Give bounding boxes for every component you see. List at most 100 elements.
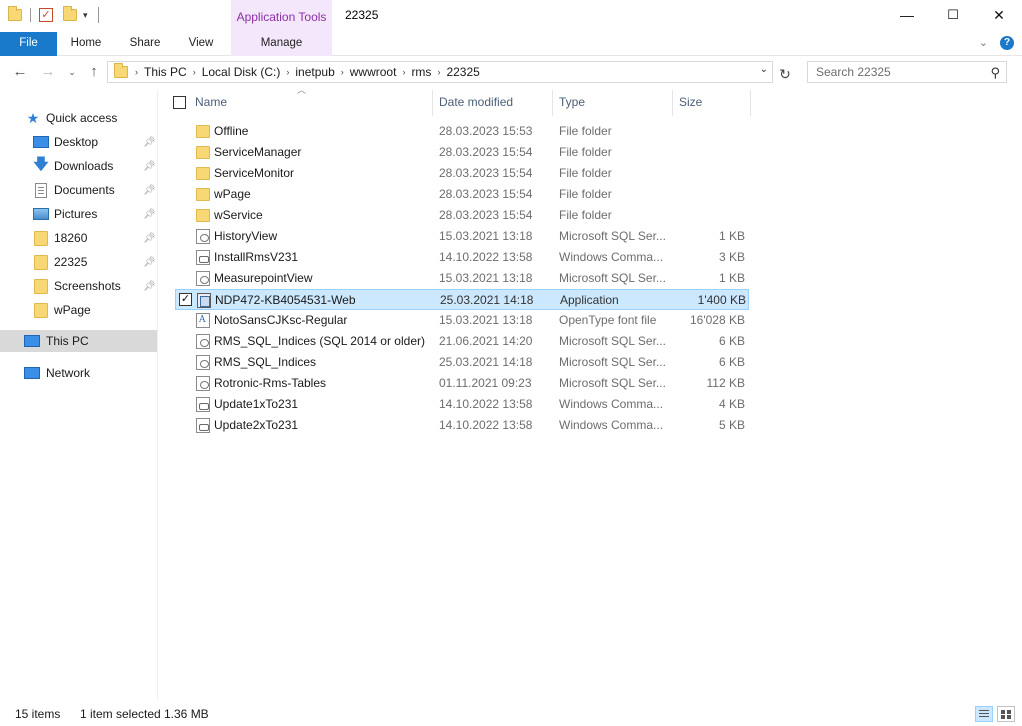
column-divider[interactable] [552, 90, 553, 116]
folder-icon[interactable] [8, 6, 22, 21]
cell-size: 16'028 KB [689, 313, 745, 327]
nav-item-screenshots[interactable]: Screenshots 📌︎ [0, 275, 157, 297]
nav-label: 22325 [54, 255, 88, 269]
table-row[interactable]: Update1xTo231 14.10.2022 13:58 Windows Com… [175, 394, 749, 415]
table-row[interactable]: MeasurepointView 15.03.2021 13:18 Microsof… [175, 268, 749, 289]
nav-quick-access[interactable]: ★ Quick access [0, 107, 157, 129]
breadcrumb-this-pc[interactable]: This PC [139, 65, 192, 79]
address-bar[interactable]: › This PC › Local Disk (C:) › inetpub › … [107, 61, 773, 83]
column-header-size[interactable]: Size [679, 88, 749, 116]
cell-size [675, 142, 745, 163]
cell-date: 14.10.2022 13:58 [439, 250, 533, 264]
column-divider[interactable] [672, 90, 673, 116]
minimize-button[interactable]: — [884, 0, 930, 30]
search-icon[interactable]: ⚲ [990, 65, 1000, 81]
table-row[interactable]: HistoryView 15.03.2021 13:18 Microsoft SQL… [175, 226, 749, 247]
nav-label: Desktop [54, 135, 99, 149]
breadcrumb-wwwroot[interactable]: wwwroot [345, 65, 402, 79]
table-row[interactable]: RMS_SQL_Indices 25.03.2021 14:18 Microsoft… [175, 352, 749, 373]
pin-icon: 📌︎ [143, 160, 156, 172]
row-checkbox[interactable]: ✓ [179, 293, 192, 306]
cell-type: Application [560, 293, 619, 307]
search-input[interactable] [808, 62, 988, 82]
select-all-checkbox[interactable] [173, 96, 186, 109]
table-row[interactable]: wService 28.03.2023 15:54 File folder [175, 205, 749, 226]
folder-icon [34, 302, 48, 318]
cell-type: Microsoft SQL Ser... [559, 229, 666, 243]
table-row[interactable]: Offline 28.03.2023 15:53 File folder [175, 121, 749, 142]
nav-item-documents[interactable]: Documents 📌︎ [0, 179, 157, 201]
cell-size: 4 KB [718, 397, 745, 411]
nav-label: Quick access [46, 111, 118, 125]
cell-name: wPage [214, 187, 251, 201]
cell-name: RMS_SQL_Indices [214, 355, 317, 369]
cell-date: 14.10.2022 13:58 [439, 397, 533, 411]
refresh-button[interactable]: ↻ [776, 65, 794, 83]
table-row[interactable]: ✓ NDP472-KB4054531-Web 25.03.2021 14:18 App… [175, 289, 749, 310]
cell-size: 112 KB [706, 376, 745, 390]
close-button[interactable]: ✕ [976, 0, 1022, 30]
tab-view[interactable]: View [180, 32, 222, 56]
address-dropdown-icon[interactable]: ⌄ [760, 64, 768, 75]
sql-file-icon [196, 334, 210, 349]
large-icons-view-button[interactable] [997, 706, 1015, 722]
table-row[interactable]: NotoSansCJKsc-Regular 15.03.2021 13:18 Ope… [175, 310, 749, 331]
new-folder-icon[interactable] [63, 6, 77, 21]
maximize-button[interactable]: ☐ [930, 0, 976, 30]
breadcrumb-22325[interactable]: 22325 [441, 65, 484, 79]
nav-item-desktop[interactable]: Desktop 📌︎ [0, 131, 157, 153]
nav-item-18260[interactable]: 18260 📌︎ [0, 227, 157, 249]
table-row[interactable]: RMS_SQL_Indices (SQL 2014 or older) 21.06… [175, 331, 749, 352]
file-list: ︿ Name Date modified Type Size Offline 28… [160, 85, 1022, 698]
column-header-type[interactable]: Type [559, 88, 669, 116]
tab-share[interactable]: Share [122, 32, 168, 56]
breadcrumb-inetpub[interactable]: inetpub [290, 65, 339, 79]
cell-type: File folder [559, 187, 612, 201]
nav-this-pc[interactable]: This PC [0, 330, 157, 352]
pin-icon: 📌︎ [143, 184, 156, 196]
search-box[interactable]: ⚲ [807, 61, 1007, 83]
sql-file-icon [196, 229, 210, 244]
column-header-name[interactable]: Name [195, 88, 430, 116]
nav-label: This PC [46, 334, 89, 348]
quick-access-toolbar: ✓ ▾ [8, 6, 99, 23]
cell-size: 6 KB [718, 355, 745, 369]
sql-file-icon [196, 355, 210, 370]
nav-item-22325[interactable]: 22325 📌︎ [0, 251, 157, 273]
column-divider[interactable] [750, 90, 751, 116]
table-row[interactable]: ServiceMonitor 28.03.2023 15:54 File folde… [175, 163, 749, 184]
breadcrumb-rms[interactable]: rms [406, 65, 436, 79]
divider [30, 8, 31, 22]
nav-network[interactable]: Network [0, 362, 157, 384]
tab-file[interactable]: File [0, 32, 57, 56]
table-row[interactable]: InstallRmsV231 14.10.2022 13:58 Windows Co… [175, 247, 749, 268]
nav-item-downloads[interactable]: 🡇 Downloads 📌︎ [0, 155, 157, 177]
details-view-button[interactable] [975, 706, 993, 722]
column-divider[interactable] [432, 90, 433, 116]
tab-home[interactable]: Home [63, 32, 109, 56]
recent-locations-icon[interactable]: ⌄ [62, 62, 82, 82]
cell-size [675, 121, 745, 142]
up-button[interactable]: ↑ [84, 62, 104, 82]
cell-size: 6 KB [718, 334, 745, 348]
table-row[interactable]: Rotronic-Rms-Tables 01.11.2021 09:23 Micro… [175, 373, 749, 394]
cell-name: ServiceManager [214, 145, 302, 159]
table-row[interactable]: wPage 28.03.2023 15:54 File folder [175, 184, 749, 205]
column-header-date[interactable]: Date modified [439, 88, 549, 116]
forward-button[interactable]: → [38, 62, 58, 82]
nav-item-wpage[interactable]: wPage [0, 299, 157, 321]
table-row[interactable]: ServiceManager 28.03.2023 15:54 File folde… [175, 142, 749, 163]
folder-icon [196, 125, 210, 138]
back-button[interactable]: ← [10, 62, 30, 82]
cell-type: File folder [559, 166, 612, 180]
nav-item-pictures[interactable]: Pictures 📌︎ [0, 203, 157, 225]
table-row[interactable]: Update2xTo231 14.10.2022 13:58 Windows Com… [175, 415, 749, 436]
cell-name: Rotronic-Rms-Tables [214, 376, 327, 390]
help-icon[interactable]: ? [1000, 36, 1014, 50]
breadcrumb-local-disk[interactable]: Local Disk (C:) [197, 65, 286, 79]
expand-ribbon-icon[interactable]: ⌄ [979, 36, 988, 50]
tab-manage[interactable]: Manage [231, 32, 332, 56]
properties-icon[interactable]: ✓ [39, 8, 53, 22]
customize-toolbar-icon[interactable]: ▾ [83, 10, 88, 21]
sql-file-icon [196, 376, 210, 391]
